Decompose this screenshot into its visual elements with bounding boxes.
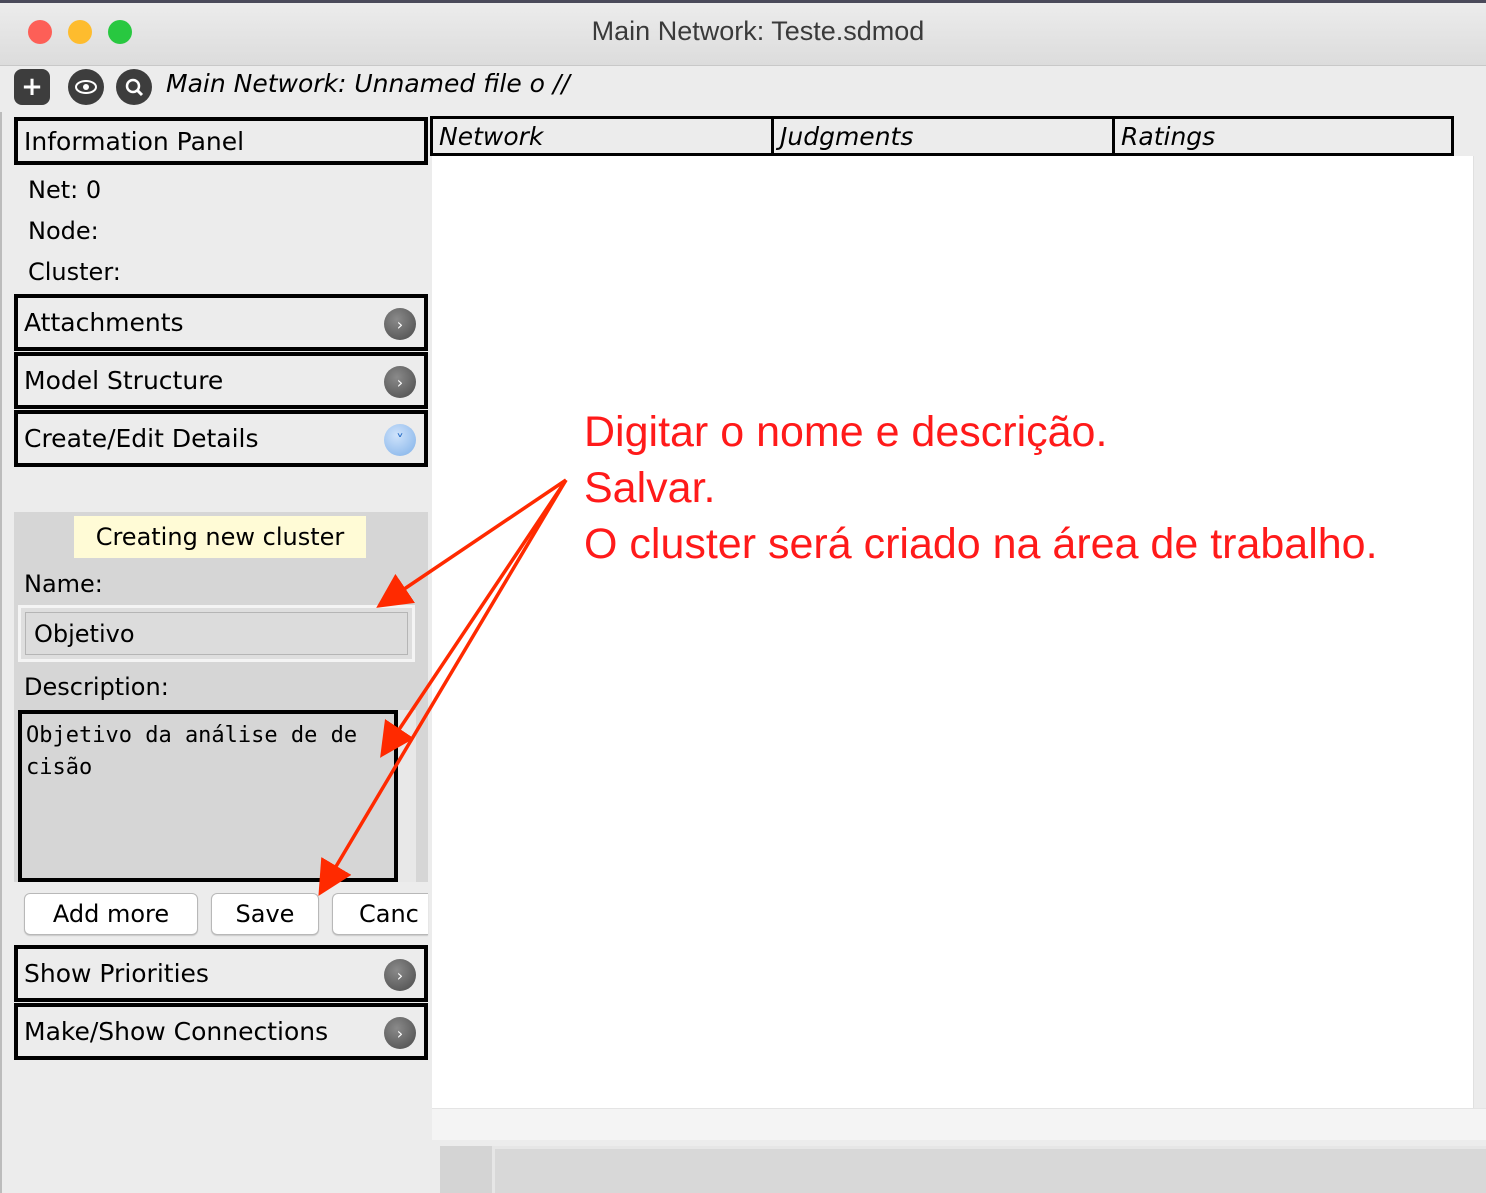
accordion-label: Make/Show Connections xyxy=(24,1017,329,1046)
tab-ratings[interactable]: Ratings xyxy=(1112,116,1454,156)
accordion-model-structure[interactable]: Model Structure › xyxy=(14,352,428,409)
annotation-line: Digitar o nome e descrição. xyxy=(584,408,1108,456)
chevron-down-icon[interactable]: ˅ xyxy=(384,424,416,456)
accordion-make-show-connections[interactable]: Make/Show Connections › xyxy=(14,1003,428,1060)
toolbar: + Main Network: Unnamed file o // xyxy=(0,66,1486,112)
network-workspace[interactable] xyxy=(432,156,1474,1108)
name-label: Name: xyxy=(24,570,103,598)
chevron-right-icon[interactable]: › xyxy=(384,1017,416,1049)
description-scrollbar[interactable] xyxy=(398,710,416,882)
net-info: Net: 0 xyxy=(28,176,102,204)
accordion-label: Model Structure xyxy=(24,366,224,395)
add-more-button[interactable]: Add more xyxy=(24,893,198,935)
chevron-right-icon[interactable]: › xyxy=(384,308,416,340)
accordion-label: Create/Edit Details xyxy=(24,424,259,453)
name-field-wrapper xyxy=(18,605,415,662)
status-badge: Creating new cluster xyxy=(74,516,366,558)
annotation-line: Salvar. xyxy=(584,464,716,512)
cancel-button[interactable]: Canc xyxy=(332,893,428,935)
accordion-label: Attachments xyxy=(24,308,184,337)
annotation-line: O cluster será criado na área de trabalh… xyxy=(584,520,1378,568)
save-button[interactable]: Save xyxy=(211,893,319,935)
annotation-text: Digitar o nome e descrição. Salvar. O cl… xyxy=(584,404,1378,572)
name-field[interactable] xyxy=(25,612,408,655)
description-field[interactable]: Objetivo da análise de de cisão xyxy=(18,710,398,882)
node-info: Node: xyxy=(28,217,99,245)
chevron-right-icon[interactable]: › xyxy=(384,366,416,398)
accordion-label: Show Priorities xyxy=(24,959,209,988)
window-title: Main Network: Teste.sdmod xyxy=(591,16,925,46)
eye-icon[interactable] xyxy=(68,69,104,105)
horizontal-scrollbar[interactable] xyxy=(432,1108,1486,1140)
accordion-create-edit-details[interactable]: Create/Edit Details ˅ xyxy=(14,410,428,467)
tab-judgments[interactable]: Judgments xyxy=(771,116,1115,156)
toolbar-title: Main Network: Unnamed file o // xyxy=(166,69,570,98)
accordion-attachments[interactable]: Attachments › xyxy=(14,294,428,351)
plus-icon[interactable]: + xyxy=(14,69,50,105)
information-panel-header[interactable]: Information Panel xyxy=(14,117,428,165)
description-label: Description: xyxy=(24,673,169,701)
search-network-icon[interactable] xyxy=(116,69,152,105)
status-field xyxy=(492,1146,1486,1193)
accordion-show-priorities[interactable]: Show Priorities › xyxy=(14,945,428,1002)
cluster-info: Cluster: xyxy=(28,258,121,286)
tab-network[interactable]: Network xyxy=(430,116,774,156)
information-panel-label: Information Panel xyxy=(24,126,245,156)
chevron-right-icon[interactable]: › xyxy=(384,959,416,991)
